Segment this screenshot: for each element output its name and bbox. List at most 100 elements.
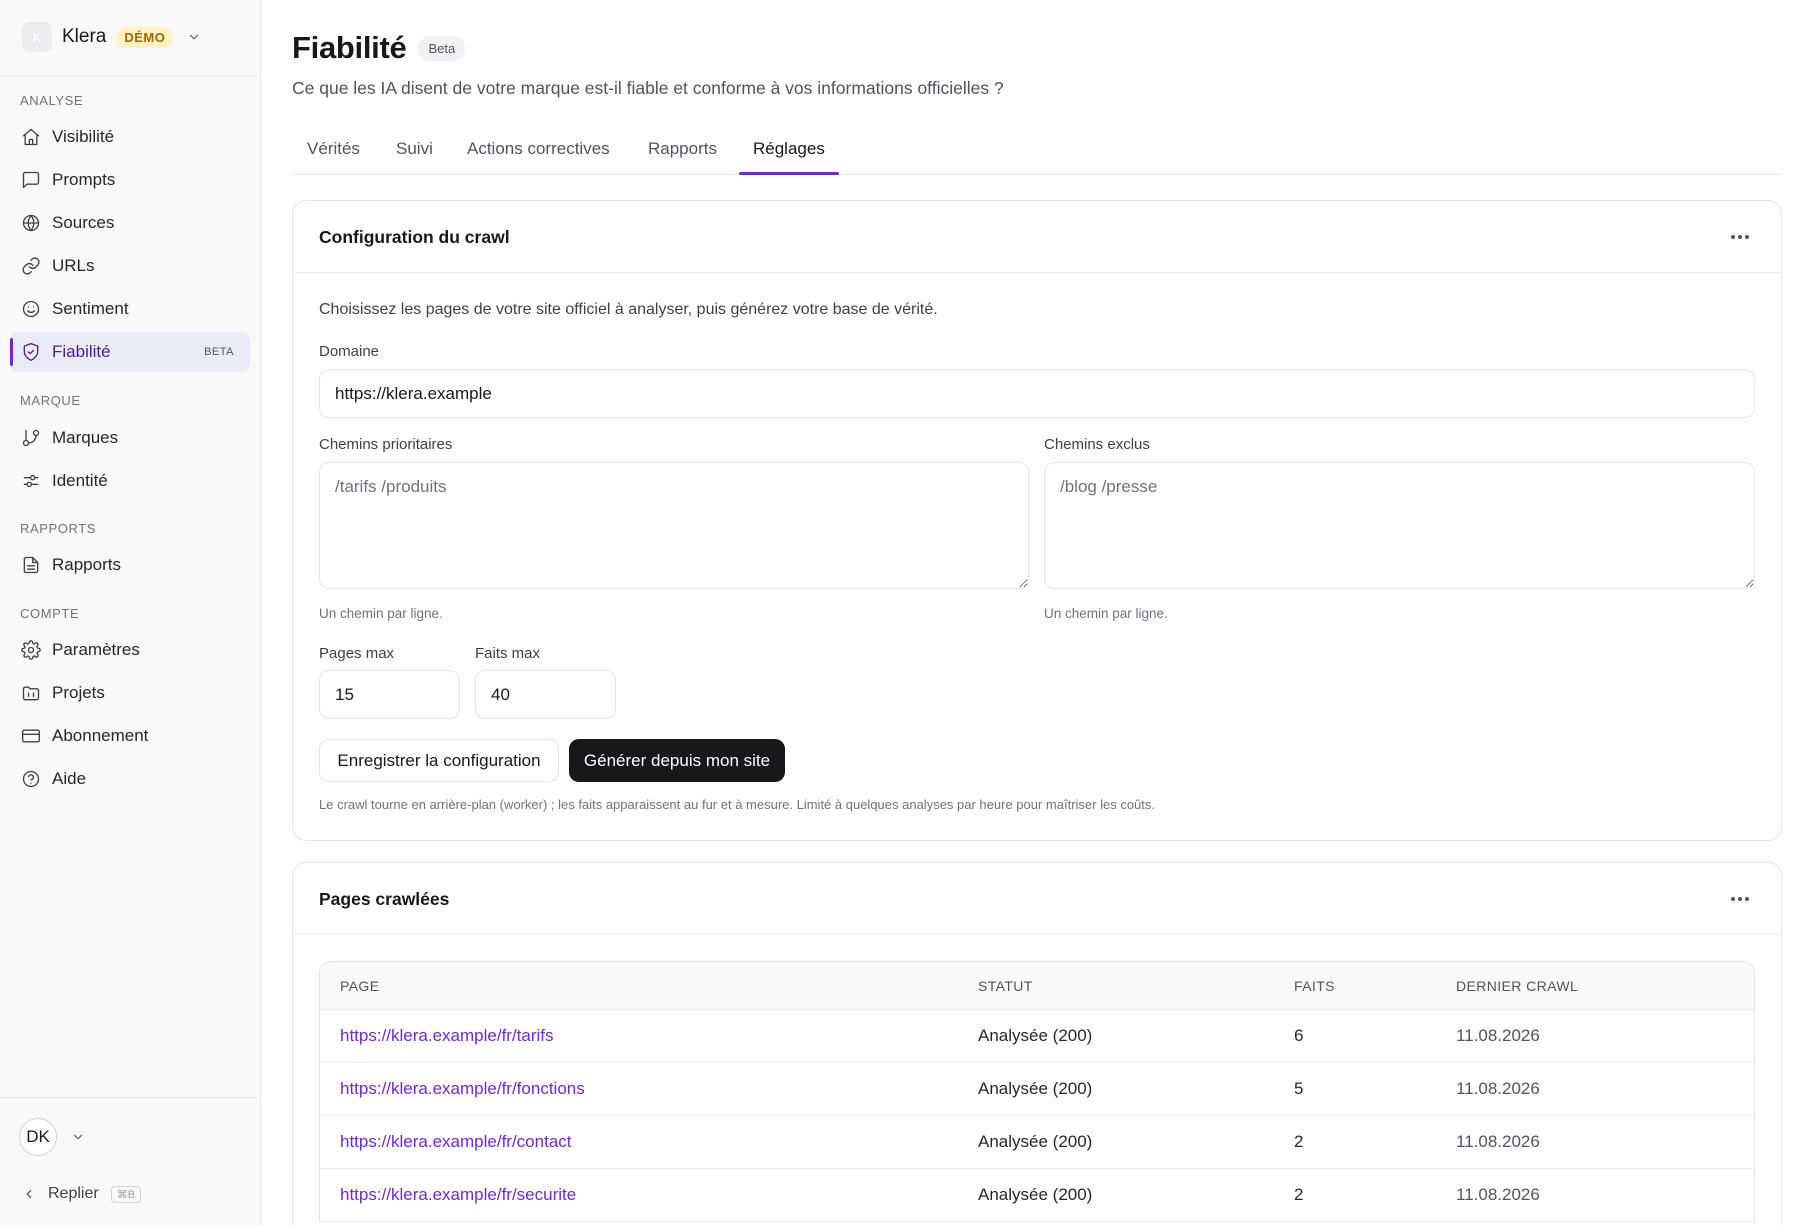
column-header-status: STATUT <box>978 978 1033 994</box>
tab-rapports[interactable]: Rapports <box>648 139 717 159</box>
pages-max-input[interactable]: 15 <box>319 670 460 719</box>
page-header: Fiabilité Beta <box>292 30 466 66</box>
sidebar: K Klera DÉMO ANALYSE Visibilité Prompts … <box>0 0 261 1225</box>
sidebar-item-aide[interactable]: Aide <box>10 759 250 799</box>
tab-verites[interactable]: Vérités <box>307 139 360 159</box>
page-link[interactable]: https://klera.example/fr/securite <box>340 1185 576 1205</box>
priority-paths-label: Chemins prioritaires <box>319 436 453 453</box>
column-header-facts: FAITS <box>1294 978 1335 994</box>
sidebar-item-label: Abonnement <box>52 726 149 745</box>
domain-label: Domaine <box>319 343 380 360</box>
crawl-intro: Choisissez les pages de votre site offic… <box>319 301 938 318</box>
beta-badge: Beta <box>418 35 466 61</box>
crawl-config-card: Configuration du crawl Choisissez les pa… <box>292 200 1782 841</box>
sidebar-item-label: Sentiment <box>52 299 129 318</box>
sidebar-item-label: URLs <box>52 256 95 275</box>
page-subtitle: Ce que les IA disent de votre marque est… <box>292 78 1004 98</box>
page-link[interactable]: https://klera.example/fr/contact <box>340 1132 572 1152</box>
active-tab-indicator <box>739 172 839 175</box>
table-row: https://klera.example/fr/securite Analys… <box>320 1169 1754 1222</box>
tab-bar: Vérités Suivi Actions correctives Rappor… <box>292 125 1782 175</box>
sidebar-item-visibilite[interactable]: Visibilité <box>10 117 250 157</box>
sidebar-item-label: Identité <box>52 471 108 490</box>
domain-input[interactable]: https://klera.example <box>319 369 1755 418</box>
beta-badge: BETA <box>204 346 234 358</box>
more-options-icon[interactable] <box>1731 235 1749 239</box>
globe-icon <box>20 212 42 234</box>
sidebar-item-label: Projets <box>52 683 105 702</box>
date-cell: 11.08.2026 <box>1456 1079 1540 1098</box>
table-row: https://klera.example/fr/fonctions Analy… <box>320 1063 1754 1116</box>
card-header: Configuration du crawl <box>293 201 1781 273</box>
workspace-logo: K <box>22 22 52 52</box>
sidebar-item-marques[interactable]: Marques <box>10 418 250 458</box>
chevron-down-icon[interactable] <box>187 30 201 44</box>
status-cell: Analysée (200) <box>978 1185 1093 1204</box>
chevron-left-icon <box>26 1189 32 1199</box>
card-header: Pages crawlées <box>293 863 1781 935</box>
save-config-button[interactable]: Enregistrer la configuration <box>319 739 559 782</box>
sidebar-item-prompts[interactable]: Prompts <box>10 160 250 200</box>
sidebar-item-identite[interactable]: Identité <box>10 461 250 501</box>
facts-cell: 2 <box>1294 1132 1304 1151</box>
sidebar-item-rapports[interactable]: Rapports <box>10 545 250 585</box>
sidebar-item-fiabilite[interactable]: Fiabilité BETA <box>10 332 250 372</box>
sidebar-item-abonnement[interactable]: Abonnement <box>10 716 250 756</box>
credit-card-icon <box>20 725 42 747</box>
excluded-paths-textarea[interactable] <box>1044 462 1755 589</box>
sidebar-divider <box>0 75 261 76</box>
excluded-paths-hint: Un chemin par ligne. <box>1044 606 1168 621</box>
workspace-switcher[interactable]: K Klera DÉMO <box>22 22 201 52</box>
folder-icon <box>20 682 42 704</box>
generate-from-site-button[interactable]: Générer depuis mon site <box>569 739 785 782</box>
user-menu[interactable]: DK <box>19 1118 85 1156</box>
page-title: Fiabilité <box>292 30 407 65</box>
facts-cell: 2 <box>1294 1185 1304 1204</box>
crawl-note: Le crawl tourne en arrière-plan (worker)… <box>319 797 1156 812</box>
section-title-compte: COMPTE <box>20 606 80 621</box>
tab-suivi[interactable]: Suivi <box>396 139 433 159</box>
collapse-sidebar-button[interactable]: Replier ⌘B <box>22 1185 142 1203</box>
keyboard-shortcut: ⌘B <box>110 1185 142 1203</box>
sidebar-item-label: Marques <box>52 428 119 447</box>
column-header-last-crawl: DERNIER CRAWL <box>1456 978 1579 994</box>
status-cell: Analysée (200) <box>978 1132 1093 1151</box>
sidebar-item-sentiment[interactable]: Sentiment <box>10 289 250 329</box>
sidebar-item-projets[interactable]: Projets <box>10 673 250 713</box>
sidebar-item-label: Rapports <box>52 555 121 574</box>
demo-badge: DÉMO <box>116 26 174 48</box>
tab-actions-correctives[interactable]: Actions correctives <box>467 139 610 159</box>
date-cell: 11.08.2026 <box>1456 1132 1540 1151</box>
page-link[interactable]: https://klera.example/fr/fonctions <box>340 1079 585 1099</box>
section-title-rapports: RAPPORTS <box>20 521 97 536</box>
more-options-icon[interactable] <box>1731 897 1749 901</box>
chevron-down-icon <box>73 1134 83 1140</box>
sidebar-item-parametres[interactable]: Paramètres <box>10 630 250 670</box>
file-text-icon <box>20 554 42 576</box>
section-title-analyse: ANALYSE <box>20 93 84 108</box>
pages-max-label: Pages max <box>319 645 395 662</box>
sidebar-item-label: Aide <box>52 769 87 788</box>
link-icon <box>20 255 42 277</box>
workspace-name: Klera <box>62 26 107 47</box>
table-row: https://klera.example/fr/tarifs Analysée… <box>320 1010 1754 1063</box>
sidebar-item-label: Paramètres <box>52 640 140 659</box>
card-title: Configuration du crawl <box>319 227 510 247</box>
column-header-page: PAGE <box>340 978 380 994</box>
sidebar-item-urls[interactable]: URLs <box>10 246 250 286</box>
page-link[interactable]: https://klera.example/fr/tarifs <box>340 1026 554 1046</box>
crawled-pages-table: PAGE STATUT FAITS DERNIER CRAWL https://… <box>319 961 1755 1222</box>
avatar: DK <box>19 1118 57 1156</box>
priority-paths-textarea[interactable] <box>319 462 1029 589</box>
card-title: Pages crawlées <box>319 889 450 909</box>
sliders-icon <box>20 470 42 492</box>
facts-max-input[interactable]: 40 <box>475 670 616 719</box>
sidebar-item-sources[interactable]: Sources <box>10 203 250 243</box>
tab-reglages[interactable]: Réglages <box>753 139 825 159</box>
table-header: PAGE STATUT FAITS DERNIER CRAWL <box>320 962 1754 1010</box>
sidebar-item-label: Sources <box>52 213 115 232</box>
git-branch-icon <box>20 427 42 449</box>
section-title-marque: MARQUE <box>20 393 81 408</box>
sidebar-divider <box>0 1097 261 1098</box>
help-circle-icon <box>20 768 42 790</box>
